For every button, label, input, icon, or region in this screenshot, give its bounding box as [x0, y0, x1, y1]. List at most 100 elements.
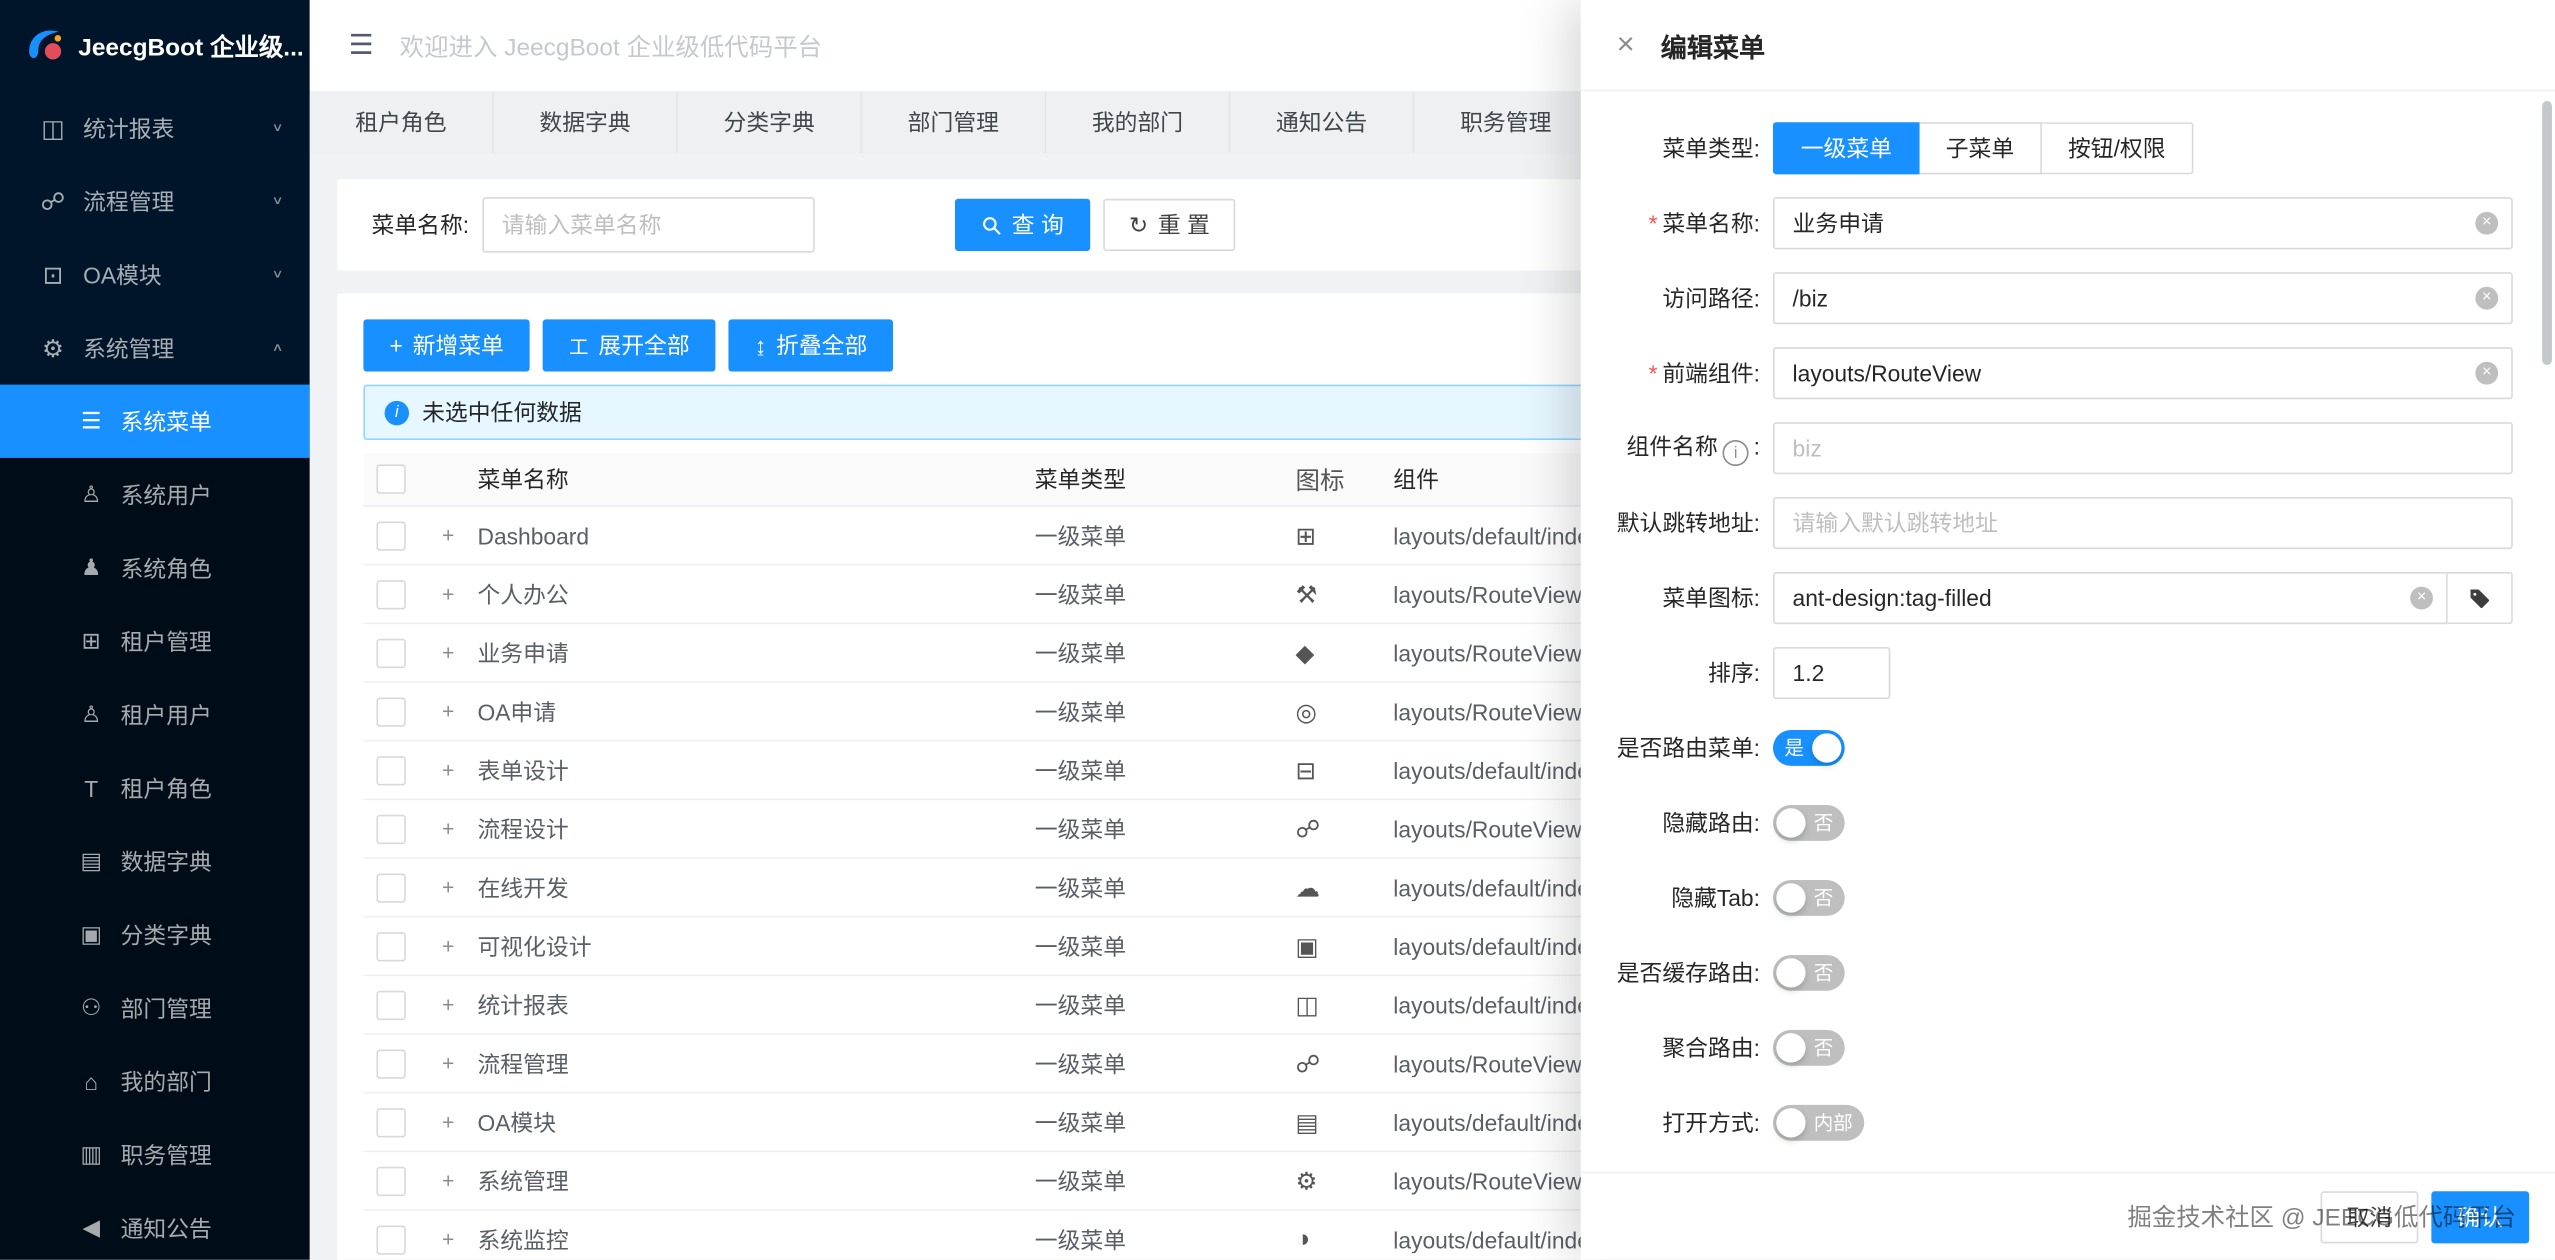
page-tab[interactable]: 租户角色	[310, 91, 494, 153]
menu-name-cell[interactable]: 可视化设计	[477, 930, 1034, 963]
expand-all-button[interactable]: 工 展开全部	[543, 319, 716, 371]
sidebar-subitem[interactable]: ⌂ 我的部门	[0, 1045, 310, 1118]
menu-name-cell[interactable]: 流程管理	[477, 1047, 1034, 1080]
query-button[interactable]: 查 询	[955, 199, 1090, 251]
sidebar-subitem[interactable]: ▣ 分类字典	[0, 898, 310, 971]
clear-icon[interactable]: ×	[2475, 362, 2498, 385]
sidebar-subitem[interactable]: ◀ 通知公告	[0, 1191, 310, 1259]
toggle-switch[interactable]: 是	[1773, 730, 1845, 766]
sort-input[interactable]	[1773, 647, 1890, 699]
switch-state-text: 否	[1814, 1030, 1834, 1066]
toggle-switch[interactable]: 内部	[1773, 1105, 1864, 1141]
sidebar-subitem[interactable]: ▤ 数据字典	[0, 825, 310, 898]
row-expand-icon[interactable]: +	[419, 582, 478, 606]
sidebar-subitem[interactable]: ♙ 租户用户	[0, 678, 310, 751]
menu-name-cell[interactable]: 个人办公	[477, 578, 1034, 611]
sidebar-subitem[interactable]: ♙ 系统用户	[0, 458, 310, 531]
reset-button[interactable]: ↻ 重 置	[1103, 199, 1236, 251]
clear-icon[interactable]: ×	[2410, 587, 2433, 610]
page-tab[interactable]: 分类字典	[678, 91, 862, 153]
sidebar-subitem[interactable]: T 租户角色	[0, 751, 310, 824]
row-expand-icon[interactable]: +	[419, 1168, 478, 1192]
row-checkbox[interactable]	[376, 1166, 405, 1195]
menu-type-option-sub[interactable]: 子菜单	[1920, 122, 2042, 174]
sidebar-subitem[interactable]: ▥ 职务管理	[0, 1118, 310, 1191]
row-checkbox[interactable]	[376, 1049, 405, 1078]
page-tab[interactable]: 部门管理	[862, 91, 1046, 153]
row-checkbox[interactable]	[376, 755, 405, 784]
row-checkbox[interactable]	[376, 1107, 405, 1136]
row-expand-icon[interactable]: +	[419, 640, 478, 664]
toggle-switch[interactable]: 否	[1773, 955, 1845, 991]
confirm-button[interactable]: 确认	[2431, 1190, 2529, 1242]
row-expand-icon[interactable]: +	[419, 758, 478, 782]
row-checkbox[interactable]	[376, 990, 405, 1019]
menu-name-cell[interactable]: OA申请	[477, 695, 1034, 728]
page-tab[interactable]: 数据字典	[494, 91, 678, 153]
menu-name-search-input[interactable]	[482, 197, 814, 252]
add-menu-button[interactable]: + 新增菜单	[363, 319, 530, 371]
row-expand-icon[interactable]: +	[419, 523, 478, 547]
collapse-all-button[interactable]: ↨ 折叠全部	[729, 319, 894, 371]
row-checkbox[interactable]	[376, 638, 405, 667]
field-label: 菜单名称:	[1662, 210, 1760, 236]
component-name-input[interactable]	[1773, 422, 2513, 474]
menu-type-cell: 一级菜单	[1035, 930, 1296, 963]
switch-state-text: 否	[1814, 805, 1834, 841]
sidebar-group-item[interactable]: ☍ 流程管理 ∨	[0, 165, 310, 238]
page-tab[interactable]: 我的部门	[1046, 91, 1230, 153]
menu-name-cell[interactable]: OA模块	[477, 1106, 1034, 1139]
component-input[interactable]	[1773, 347, 2513, 399]
page-tab[interactable]: 职务管理	[1414, 91, 1598, 153]
row-checkbox[interactable]	[376, 873, 405, 902]
sidebar-subitem[interactable]: ☰ 系统菜单	[0, 385, 310, 458]
menu-type-option-permission[interactable]: 按钮/权限	[2042, 122, 2193, 174]
sidebar-group-item[interactable]: ◫ 统计报表 ∨	[0, 91, 310, 164]
sidebar-subitem[interactable]: ⊞ 租户管理	[0, 605, 310, 678]
menu-name-cell[interactable]: Dashboard	[477, 522, 1034, 548]
menu-name-cell[interactable]: 系统监控	[477, 1223, 1034, 1256]
menu-name-cell[interactable]: 流程设计	[477, 812, 1034, 845]
toggle-switch[interactable]: 否	[1773, 1030, 1845, 1066]
menu-name-input[interactable]	[1773, 197, 2513, 249]
required-mark: *	[1649, 210, 1658, 236]
row-expand-icon[interactable]: +	[419, 992, 478, 1016]
sidebar-group-item[interactable]: ⚙ 系统管理 ∧	[0, 311, 310, 384]
menu-type-option-primary[interactable]: 一级菜单	[1773, 122, 1920, 174]
menu-name-cell[interactable]: 系统管理	[477, 1164, 1034, 1197]
row-expand-icon[interactable]: +	[419, 934, 478, 958]
row-expand-icon[interactable]: +	[419, 1110, 478, 1134]
row-expand-icon[interactable]: +	[419, 875, 478, 899]
row-checkbox[interactable]	[376, 1225, 405, 1254]
row-checkbox[interactable]	[376, 579, 405, 608]
row-checkbox[interactable]	[376, 521, 405, 550]
page-tab[interactable]: 通知公告	[1230, 91, 1414, 153]
row-expand-icon[interactable]: +	[419, 699, 478, 723]
toggle-switch[interactable]: 否	[1773, 805, 1845, 841]
sidebar-subitem[interactable]: ♟ 系统角色	[0, 531, 310, 604]
row-checkbox[interactable]	[376, 814, 405, 843]
icon-select-button[interactable]	[2448, 572, 2513, 624]
menu-icon-input[interactable]	[1773, 572, 2448, 624]
menu-name-cell[interactable]: 在线开发	[477, 871, 1034, 904]
clear-icon[interactable]: ×	[2475, 287, 2498, 310]
scrollbar-thumb[interactable]	[2542, 101, 2552, 365]
row-expand-icon[interactable]: +	[419, 1227, 478, 1251]
select-all-checkbox[interactable]	[376, 464, 405, 493]
menu-fold-icon[interactable]: ☰	[349, 29, 374, 62]
menu-name-cell[interactable]: 表单设计	[477, 754, 1034, 787]
menu-name-cell[interactable]: 统计报表	[477, 988, 1034, 1021]
row-checkbox[interactable]	[376, 697, 405, 726]
menu-name-cell[interactable]: 业务申请	[477, 636, 1034, 669]
row-expand-icon[interactable]: +	[419, 1051, 478, 1075]
cancel-button[interactable]: 取消	[2321, 1190, 2419, 1242]
row-checkbox[interactable]	[376, 931, 405, 960]
row-expand-icon[interactable]: +	[419, 816, 478, 840]
path-input[interactable]	[1773, 272, 2513, 324]
clear-icon[interactable]: ×	[2475, 212, 2498, 235]
sidebar-subitem[interactable]: ⚇ 部门管理	[0, 971, 310, 1044]
close-icon[interactable]: ×	[1617, 29, 1635, 60]
toggle-switch[interactable]: 否	[1773, 880, 1845, 916]
redirect-input[interactable]	[1773, 497, 2513, 549]
sidebar-group-item[interactable]: ⊡ OA模块 ∨	[0, 238, 310, 311]
